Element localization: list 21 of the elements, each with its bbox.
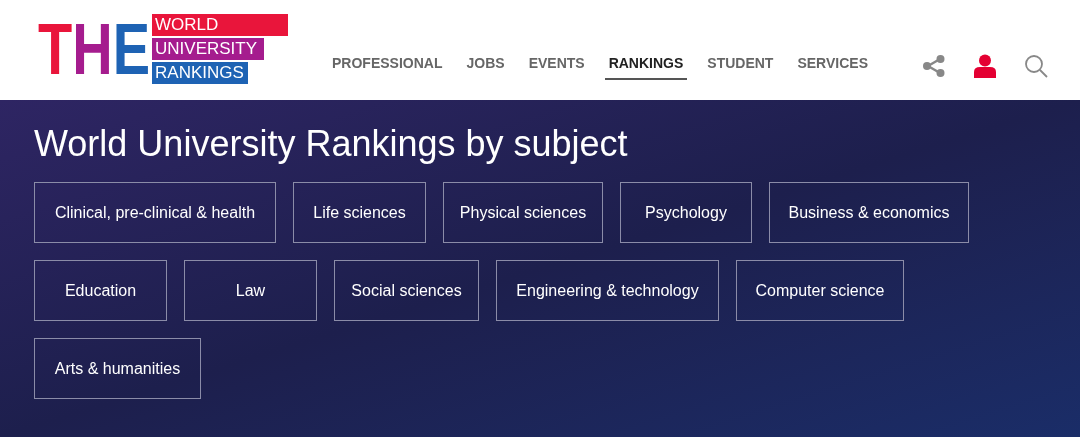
subject-link[interactable]: Education	[34, 260, 167, 321]
nav-link[interactable]: EVENTS	[524, 52, 589, 80]
subject-link[interactable]: Engineering & technology	[496, 260, 719, 321]
search-icon[interactable]	[1024, 54, 1048, 78]
nav-link[interactable]: RANKINGS	[604, 52, 688, 80]
subject-link[interactable]: Arts & humanities	[34, 338, 201, 399]
nav-link[interactable]: PROFESSIONAL	[328, 52, 447, 80]
share-icon[interactable]	[922, 54, 946, 78]
subject-link[interactable]: Clinical, pre-clinical & health	[34, 182, 276, 243]
user-icon[interactable]	[974, 54, 996, 78]
subject-link[interactable]: Business & economics	[769, 182, 969, 243]
subject-link[interactable]: Social sciences	[334, 260, 479, 321]
nav-link[interactable]: STUDENT	[703, 52, 778, 80]
subject-link[interactable]: Psychology	[620, 182, 752, 243]
page-title: World University Rankings by subject	[34, 122, 629, 166]
subject-link[interactable]: Computer science	[736, 260, 904, 321]
nav-link[interactable]: SERVICES	[793, 52, 872, 80]
subject-link[interactable]: Physical sciences	[443, 182, 603, 243]
subject-link[interactable]: Life sciences	[293, 182, 426, 243]
nav-link[interactable]: JOBS	[462, 52, 509, 80]
subject-link[interactable]: Law	[184, 260, 317, 321]
